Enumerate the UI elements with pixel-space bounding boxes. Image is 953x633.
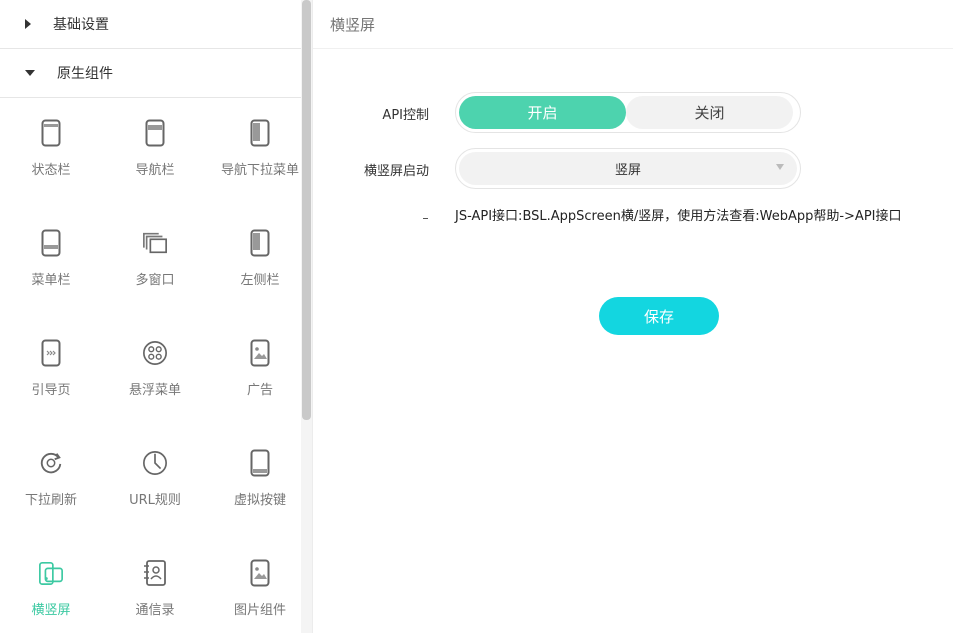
api-control-toggle[interactable]: 开启 关闭 (455, 92, 801, 133)
sidebar-item-contacts[interactable]: 通信录 (105, 558, 205, 633)
app-root: 基础设置 原生组件 状态栏 导航栏 导航下拉菜单 菜单栏 多窗口 左侧栏 引导页… (0, 0, 953, 633)
section-basic-settings[interactable]: 基础设置 (0, 0, 301, 49)
sidebar-item-virtual-keys[interactable]: 虚拟按键 (210, 448, 310, 528)
caret-right-icon (25, 19, 31, 29)
phone-dropdown-icon (247, 118, 273, 148)
item-label: 下拉刷新 (24, 493, 77, 508)
item-label: 导航下拉菜单 (220, 163, 299, 178)
phone-nav-bar-icon (142, 118, 168, 148)
sidebar-item-pull-refresh[interactable]: 下拉刷新 (1, 448, 101, 528)
sidebar-item-guide-page[interactable]: 引导页 (1, 338, 101, 418)
floating-menu-icon (142, 338, 168, 368)
sidebar-item-multi-window[interactable]: 多窗口 (105, 228, 205, 308)
sidebar-item-floating-menu[interactable]: 悬浮菜单 (105, 338, 205, 418)
sidebar-item-left-sidebar[interactable]: 左侧栏 (210, 228, 310, 308)
phone-status-bar-icon (38, 118, 64, 148)
item-label: 虚拟按键 (233, 493, 286, 508)
item-label: 横竖屏 (31, 603, 71, 618)
refresh-icon (38, 448, 64, 478)
contacts-icon (142, 558, 168, 588)
item-label: 图片组件 (233, 603, 286, 618)
guide-page-icon (38, 338, 64, 368)
dash-mark (423, 218, 428, 219)
orientation-label: 横竖屏启动 (363, 164, 429, 179)
sidebar-item-image-component[interactable]: 图片组件 (210, 558, 310, 633)
main-panel: 横竖屏 API控制 开启 关闭 横竖屏启动 竖屏 JS-API接口:BSL.Ap… (313, 0, 953, 633)
sidebar-item-nav-bar[interactable]: 导航栏 (105, 118, 205, 198)
ad-image-icon (247, 338, 273, 368)
sidebar-item-menu-bar[interactable]: 菜单栏 (1, 228, 101, 308)
item-label: 导航栏 (135, 163, 175, 178)
api-control-label: API控制 (382, 108, 429, 123)
virtual-key-icon (247, 448, 273, 478)
item-label: 多窗口 (135, 273, 175, 288)
sidebar: 基础设置 原生组件 状态栏 导航栏 导航下拉菜单 菜单栏 多窗口 左侧栏 引导页… (0, 0, 313, 633)
orientation-select-value: 竖屏 (459, 152, 797, 185)
sidebar-item-ad[interactable]: 广告 (210, 338, 310, 418)
item-label: 悬浮菜单 (128, 383, 181, 398)
item-label: 状态栏 (31, 163, 71, 178)
rotate-screen-icon (38, 558, 64, 588)
save-button[interactable]: 保存 (599, 297, 719, 335)
clock-rule-icon (142, 448, 168, 478)
toggle-on-option[interactable]: 开启 (459, 96, 626, 129)
section-label: 原生组件 (57, 66, 113, 82)
sidebar-item-status-bar[interactable]: 状态栏 (1, 118, 101, 198)
sidebar-item-url-rule[interactable]: URL规则 (105, 448, 205, 528)
section-label: 基础设置 (53, 17, 109, 33)
multi-window-icon (142, 228, 168, 258)
phone-left-sidebar-icon (247, 228, 273, 258)
orientation-select[interactable]: 竖屏 (455, 148, 801, 189)
sidebar-scrollbar-thumb[interactable] (302, 0, 311, 420)
page-title: 横竖屏 (330, 16, 376, 34)
sidebar-item-screen-orientation[interactable]: 横竖屏 (1, 558, 101, 633)
sidebar-item-nav-dropdown[interactable]: 导航下拉菜单 (210, 118, 310, 198)
section-native-components[interactable]: 原生组件 (0, 49, 301, 98)
item-label: 广告 (246, 383, 273, 398)
toggle-off-option[interactable]: 关闭 (626, 96, 793, 129)
caret-down-icon (25, 70, 35, 76)
api-hint-text: JS-API接口:BSL.AppScreen横/竖屏，使用方法查看:WebApp… (455, 209, 902, 224)
item-label: 引导页 (31, 383, 71, 398)
title-divider (313, 48, 953, 49)
item-label: URL规则 (129, 493, 181, 508)
phone-menu-bar-icon (38, 228, 64, 258)
item-label: 通信录 (135, 603, 175, 618)
image-component-icon (247, 558, 273, 588)
item-label: 菜单栏 (31, 273, 71, 288)
item-label: 左侧栏 (240, 273, 280, 288)
chevron-down-icon (776, 164, 784, 170)
